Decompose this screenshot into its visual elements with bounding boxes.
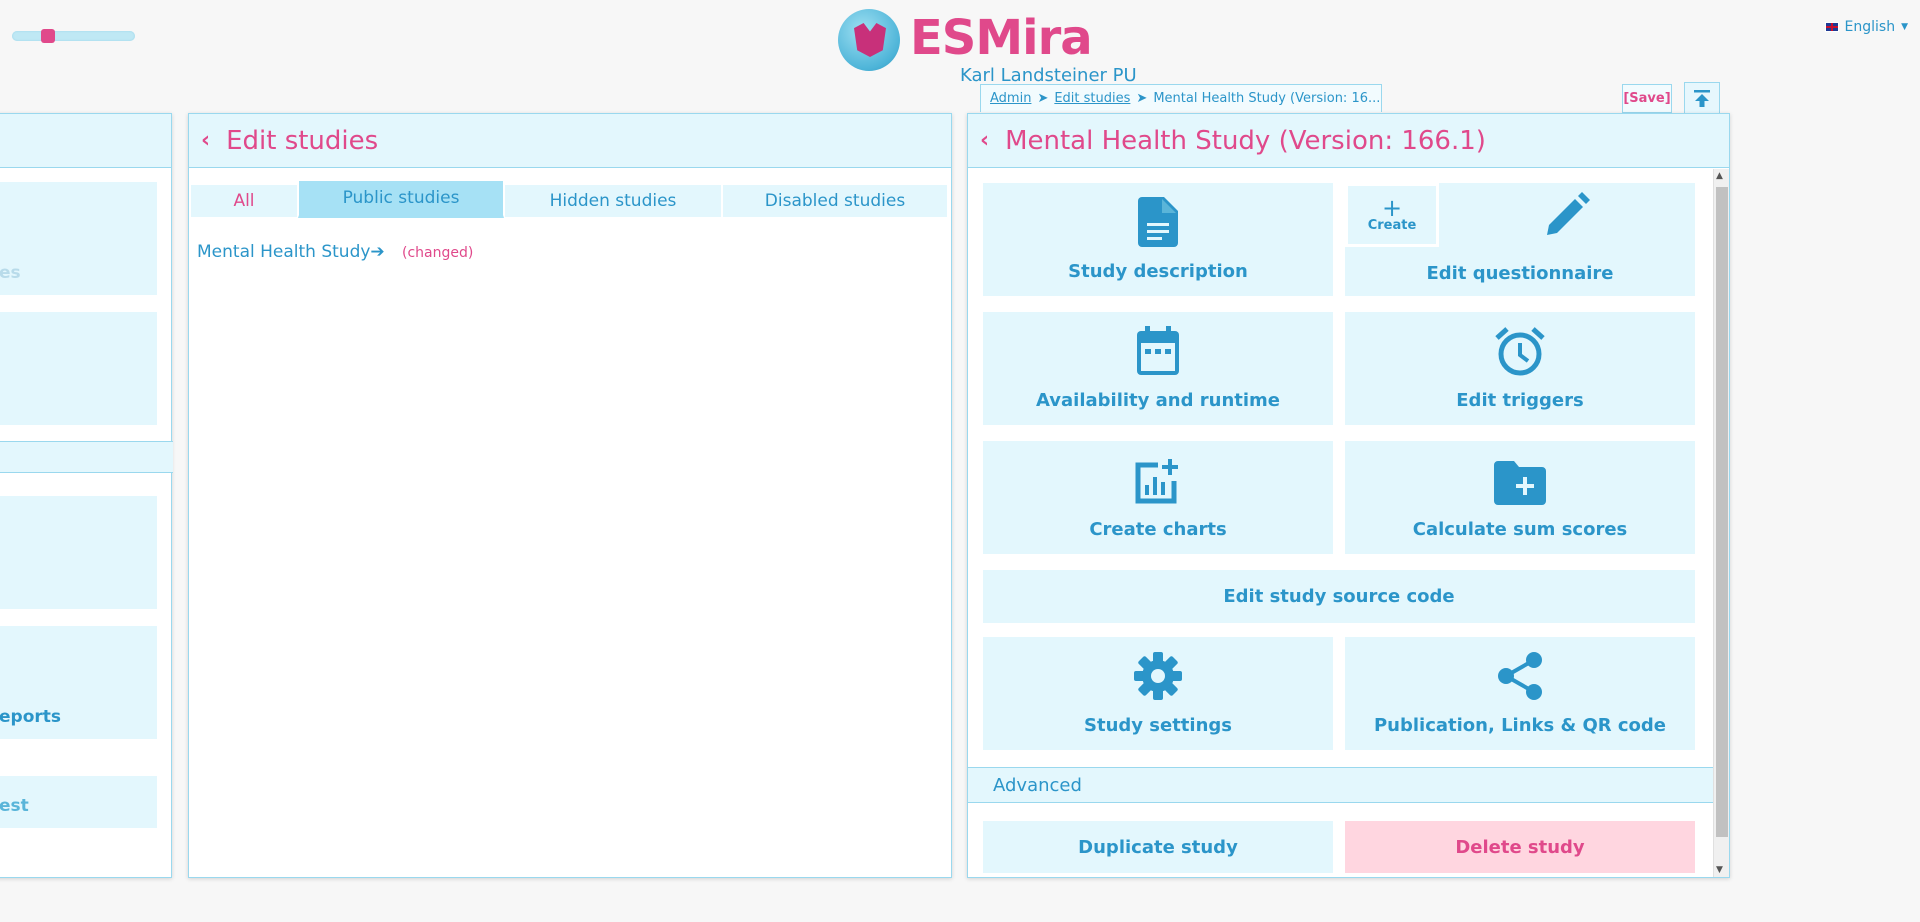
- study-list-item[interactable]: Mental Health Study➔: [197, 242, 385, 262]
- uk-flag-icon: [1824, 22, 1839, 32]
- breadcrumb-edit-studies[interactable]: Edit studies: [1054, 91, 1130, 106]
- save-button[interactable]: [Save]: [1622, 84, 1672, 113]
- add-chart-icon: [1135, 459, 1178, 504]
- availability-and-runtime-button[interactable]: Availability and runtime: [983, 312, 1333, 425]
- document-icon: [1138, 197, 1178, 247]
- ghost-section-header: [0, 441, 173, 473]
- plus-icon: +: [1381, 193, 1403, 222]
- edit-source-code-button[interactable]: Edit study source code: [983, 570, 1695, 623]
- language-selector[interactable]: English ▼: [1824, 19, 1908, 35]
- publication-links-qr-button[interactable]: Publication, Links & QR code: [1345, 637, 1695, 750]
- create-questionnaire-button[interactable]: + Create: [1345, 183, 1439, 247]
- study-description-label: Study description: [1068, 261, 1248, 282]
- study-filter-tabs: All Public studies Hidden studies Disabl…: [190, 180, 951, 218]
- source-code-label: Edit study source code: [1223, 586, 1455, 607]
- scroll-to-top-button[interactable]: [1684, 82, 1720, 114]
- study-description-button[interactable]: Study description: [983, 183, 1333, 296]
- breadcrumb-arrow-icon: ➤: [1136, 91, 1148, 106]
- zoom-slider[interactable]: [12, 29, 135, 43]
- ghost-card[interactable]: es: [0, 182, 157, 295]
- study-title: Mental Health Study (Version: 166.1): [1005, 125, 1486, 156]
- folder-plus-icon: [1494, 461, 1546, 505]
- delete-study-button[interactable]: Delete study: [1345, 821, 1695, 873]
- study-changed-badge: (changed): [402, 245, 474, 261]
- breadcrumb-current: Mental Health Study (Version: 16...: [1153, 91, 1381, 106]
- create-label: Create: [1367, 217, 1417, 233]
- ghost-card[interactable]: eports: [0, 626, 157, 739]
- gear-icon: [1134, 652, 1182, 700]
- tab-public-studies[interactable]: Public studies: [298, 180, 504, 218]
- pencil-icon: [1547, 192, 1590, 235]
- arrow-up-to-line-icon: [1694, 90, 1710, 107]
- ghost-card[interactable]: est: [0, 776, 157, 828]
- language-label: English: [1844, 19, 1896, 35]
- edit-triggers-label: Edit triggers: [1456, 390, 1584, 411]
- create-charts-button[interactable]: Create charts: [983, 441, 1333, 554]
- chevron-down-icon: ▼: [1901, 22, 1908, 32]
- availability-label: Availability and runtime: [1035, 390, 1280, 411]
- edit-studies-panel: ‹ Edit studies All Public studies Hidden…: [188, 113, 952, 878]
- tab-disabled-studies[interactable]: Disabled studies: [722, 184, 948, 218]
- app-title: ESMira: [910, 10, 1093, 66]
- calendar-icon: [1137, 326, 1179, 375]
- previous-panel-header: [0, 114, 171, 168]
- tab-all[interactable]: All: [190, 184, 298, 218]
- share-icon: [1498, 652, 1542, 700]
- publication-label: Publication, Links & QR code: [1373, 715, 1667, 736]
- edit-questionnaire-label: Edit questionnaire: [1426, 263, 1614, 284]
- scroll-down-arrow-icon[interactable]: ▼: [1716, 865, 1723, 875]
- institution-name: Karl Landsteiner PU: [960, 65, 1137, 86]
- scrollbar-thumb[interactable]: [1716, 187, 1728, 837]
- ghost-card[interactable]: [0, 496, 157, 609]
- edit-questionnaire-button[interactable]: Edit questionnaire: [1345, 247, 1695, 296]
- calculate-sum-scores-button[interactable]: Calculate sum scores: [1345, 441, 1695, 554]
- edit-questionnaire-icon-area[interactable]: [1439, 183, 1695, 247]
- create-charts-label: Create charts: [1089, 519, 1227, 540]
- back-chevron-icon[interactable]: ‹: [980, 128, 989, 153]
- advanced-section-header[interactable]: Advanced: [968, 767, 1713, 803]
- breadcrumb-arrow-icon: ➤: [1037, 91, 1049, 106]
- ghost-card[interactable]: [0, 312, 157, 425]
- study-settings-button[interactable]: Study settings: [983, 637, 1333, 750]
- study-panel: ‹ Mental Health Study (Version: 166.1) S…: [967, 113, 1730, 878]
- study-panel-header: ‹ Mental Health Study (Version: 166.1): [968, 114, 1729, 168]
- vertical-scrollbar[interactable]: ▲ ▼: [1713, 169, 1729, 877]
- breadcrumb-admin[interactable]: Admin: [990, 91, 1031, 106]
- edit-triggers-button[interactable]: Edit triggers: [1345, 312, 1695, 425]
- scroll-up-arrow-icon[interactable]: ▲: [1716, 171, 1723, 181]
- previous-panel: es eports est: [0, 113, 173, 878]
- study-settings-label: Study settings: [1084, 715, 1232, 736]
- tab-hidden-studies[interactable]: Hidden studies: [504, 184, 722, 218]
- zoom-slider-thumb[interactable]: [41, 29, 55, 43]
- alarm-clock-icon: [1495, 327, 1545, 376]
- back-chevron-icon[interactable]: ‹: [201, 128, 210, 153]
- edit-studies-header: ‹ Edit studies: [189, 114, 951, 168]
- panel-title: Edit studies: [226, 125, 379, 156]
- duplicate-study-button[interactable]: Duplicate study: [983, 821, 1333, 873]
- sum-scores-label: Calculate sum scores: [1412, 519, 1628, 540]
- esmira-logo-icon: [838, 9, 900, 71]
- breadcrumb: Admin ➤ Edit studies ➤ Mental Health Stu…: [980, 84, 1382, 112]
